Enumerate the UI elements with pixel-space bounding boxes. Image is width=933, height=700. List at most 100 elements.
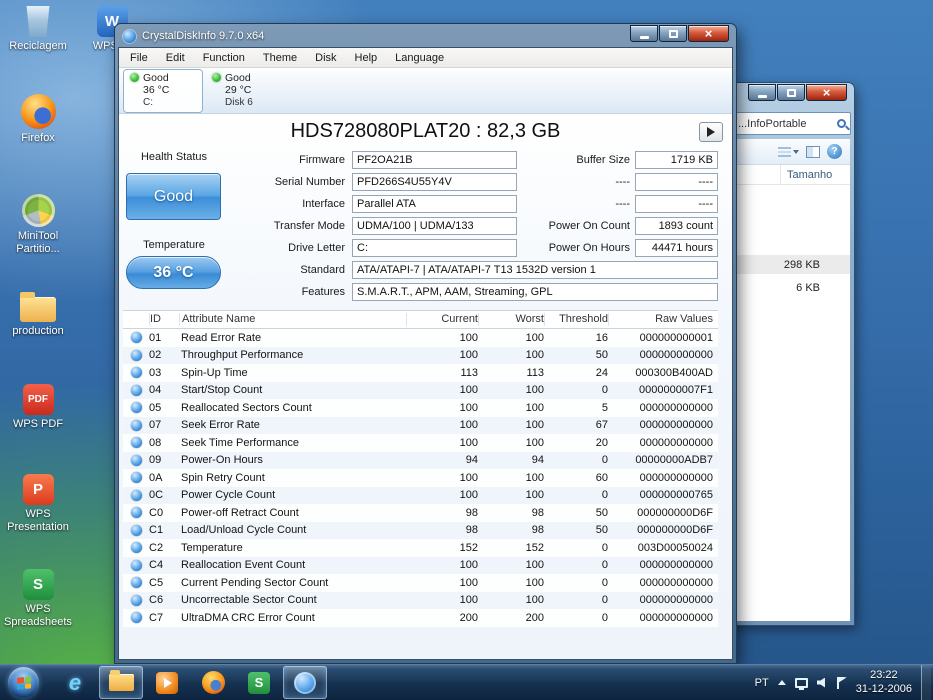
file-size: 6 KB (796, 281, 820, 294)
column-header-size[interactable]: Tamanho (780, 165, 850, 184)
menu-file[interactable]: File (121, 50, 157, 66)
taskbar-crystaldiskinfo[interactable] (283, 666, 327, 699)
desktop-icon-label: Firefox (21, 132, 55, 144)
column-header-raw-values[interactable]: Raw Values (608, 313, 718, 326)
field-value: 1719 KB (635, 151, 718, 169)
explorer-search-input[interactable]: ...InfoPortable (733, 112, 851, 135)
disk-temperature: 36 °C (143, 84, 170, 97)
smart-attribute-row[interactable]: C2 Temperature 152 152 0 003D00050024 (123, 539, 718, 557)
attr-worst: 98 (531, 524, 544, 537)
menu-function[interactable]: Function (194, 50, 254, 66)
minimize-button[interactable] (630, 25, 658, 42)
display-icon[interactable] (794, 677, 808, 690)
wps-spreadsheets-icon: S (248, 671, 270, 694)
smart-attribute-row[interactable]: 07 Seek Error Rate 100 100 67 000000000000 (123, 416, 718, 434)
attr-current: 100 (459, 436, 478, 449)
titlebar[interactable]: CrystalDiskInfo 9.7.0 x64 × (115, 24, 736, 48)
disk-tile-1[interactable]: Good 36 °C C: (124, 69, 202, 112)
menu-bar: File Edit Function Theme Disk Help Language (119, 48, 732, 68)
smart-attribute-row[interactable]: C7 UltraDMA CRC Error Count 200 200 0 0000000… (123, 609, 718, 627)
disk-name: C: (143, 97, 153, 109)
smart-attribute-row[interactable]: 05 Reallocated Sectors Count 100 100 5 000000… (123, 399, 718, 417)
column-header-current[interactable]: Current (406, 313, 478, 326)
attr-threshold: 60 (595, 471, 608, 484)
smart-attribute-row[interactable]: 04 Start/Stop Count 100 100 0 0000000007F1 (123, 381, 718, 399)
field-row-power-on-count: Power On Count 1893 count (119, 217, 732, 235)
attr-current: 100 (459, 559, 478, 572)
volume-icon[interactable] (816, 677, 825, 688)
field-label: Power On Count (548, 220, 630, 232)
menu-theme[interactable]: Theme (254, 50, 306, 66)
smart-attribute-row[interactable]: C5 Current Pending Sector Count 100 100 0 000… (123, 574, 718, 592)
change-view-button[interactable] (778, 146, 799, 157)
attr-raw-values: 000000000765 (639, 489, 713, 502)
language-indicator[interactable]: PT (755, 677, 769, 689)
minimize-icon (757, 94, 767, 98)
smart-attribute-row[interactable]: C1 Load/Unload Cycle Count 98 98 50 000000000… (123, 521, 718, 539)
disk-temperature: 29 °C (225, 84, 252, 97)
attr-worst: 100 (525, 401, 544, 414)
taskbar-firefox[interactable] (191, 666, 235, 699)
taskbar-media-player[interactable] (145, 666, 189, 699)
desktop-icon-wps-pdf[interactable]: PDF WPS PDF (2, 384, 74, 431)
preview-panel-icon[interactable] (806, 145, 820, 158)
smart-attribute-row[interactable]: 02 Throughput Performance 100 100 50 00000000… (123, 346, 718, 364)
clock-date: 31-12-2006 (855, 682, 912, 695)
smart-attribute-row[interactable]: 03 Spin-Up Time 113 113 24 000300B400AD (123, 364, 718, 382)
attr-id: 08 (149, 436, 162, 449)
blue-status-dot-icon (130, 384, 142, 396)
smart-attribute-row[interactable]: C0 Power-off Retract Count 98 98 50 000000000… (123, 504, 718, 522)
health-indicator-cell (123, 612, 149, 624)
attr-id: C2 (149, 541, 164, 554)
column-header-worst[interactable]: Worst (478, 313, 544, 326)
explorer-close-button[interactable]: × (806, 84, 847, 101)
close-button[interactable]: × (688, 25, 729, 42)
smart-attribute-row[interactable]: 01 Read Error Rate 100 100 16 000000000001 (123, 329, 718, 347)
disk-model-title: HDS728080PLAT20 : 82,3 GB (290, 120, 561, 142)
smart-attribute-row[interactable]: C4 Reallocation Event Count 100 100 0 0000000… (123, 556, 718, 574)
desktop-icon-firefox[interactable]: Firefox (2, 94, 74, 145)
smart-attribute-row[interactable]: 0C Power Cycle Count 100 100 0 000000000765 (123, 486, 718, 504)
menu-language[interactable]: Language (386, 50, 453, 66)
smart-attribute-row[interactable]: 08 Seek Time Performance 100 100 20 000000000… (123, 434, 718, 452)
attr-threshold: 0 (601, 541, 608, 554)
attr-current: 98 (465, 506, 478, 519)
attr-current: 98 (465, 524, 478, 537)
column-header-threshold[interactable]: Threshold (544, 313, 608, 326)
desktop-icon-recycle-bin[interactable]: Reciclagem (2, 6, 74, 53)
action-center-icon[interactable] (836, 676, 847, 689)
attr-worst: 100 (525, 489, 544, 502)
health-indicator-cell (123, 559, 149, 571)
start-button[interactable] (8, 667, 39, 698)
desktop-icon-minitool[interactable]: MiniTool Partitio... (2, 194, 74, 255)
disk-tile-2[interactable]: Good 29 °C Disk 6 (206, 70, 284, 112)
menu-edit[interactable]: Edit (157, 50, 194, 66)
smart-attribute-row[interactable]: 0A Spin Retry Count 100 100 60 000000000000 (123, 469, 718, 487)
next-disk-button[interactable] (699, 122, 723, 142)
explorer-minimize-button[interactable] (748, 84, 776, 101)
smart-attribute-row[interactable]: 09 Power-On Hours 94 94 0 00000000ADB7 (123, 451, 718, 469)
taskbar-windows-explorer[interactable] (99, 666, 143, 699)
smart-attribute-row[interactable]: C6 Uncorrectable Sector Count 100 100 0 00000… (123, 591, 718, 609)
attr-name: Seek Error Rate (181, 419, 260, 432)
desktop-icon-wps-spreadsheets[interactable]: S WPS Spreadsheets (2, 569, 74, 628)
blue-status-dot-icon (130, 367, 142, 379)
taskbar-internet-explorer[interactable]: e (53, 666, 97, 699)
desktop-icon-production-folder[interactable]: production (2, 289, 74, 338)
menu-disk[interactable]: Disk (306, 50, 345, 66)
column-header-attribute-name[interactable]: Attribute Name (179, 313, 406, 326)
maximize-button[interactable] (659, 25, 687, 42)
show-desktop-button[interactable] (921, 665, 931, 700)
taskbar-wps-spreadsheets[interactable]: S (237, 666, 281, 699)
column-header-id[interactable]: ID (149, 313, 179, 326)
menu-help[interactable]: Help (346, 50, 387, 66)
attr-name: Power Cycle Count (181, 489, 276, 502)
blue-status-dot-icon (130, 577, 142, 589)
health-indicator-cell (123, 332, 149, 344)
maximize-icon (668, 29, 678, 38)
hidden-icons-arrow[interactable] (777, 680, 786, 685)
desktop-icon-wps-presentation[interactable]: P WPS Presentation (2, 474, 74, 533)
clock[interactable]: 23:22 31-12-2006 (856, 669, 912, 697)
help-icon[interactable]: ? (827, 144, 842, 159)
explorer-maximize-button[interactable] (777, 84, 805, 101)
